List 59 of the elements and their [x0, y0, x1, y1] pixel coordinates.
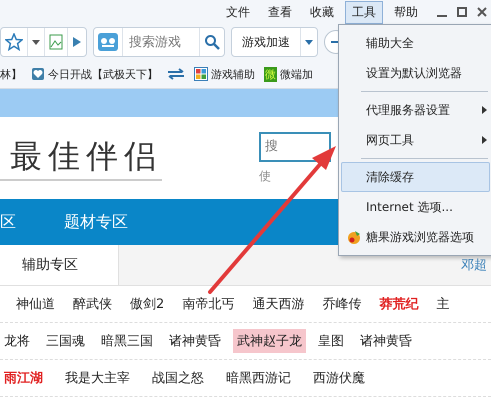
game-link[interactable]: 雨江湖: [0, 366, 47, 390]
hint-text: 使: [259, 168, 272, 184]
swap-icon[interactable]: [167, 68, 185, 80]
star-icon[interactable]: [5, 33, 23, 51]
game-link[interactable]: 醉武侠: [69, 292, 116, 316]
bookmark-link[interactable]: 游戏辅助: [211, 66, 255, 82]
menu-title[interactable]: 工具: [345, 0, 383, 24]
menu-item[interactable]: 网页工具: [341, 125, 490, 155]
dropdown-icon[interactable]: [305, 40, 313, 44]
image-icon[interactable]: [49, 34, 63, 50]
game-link[interactable]: 乔峰传: [318, 292, 366, 316]
maximize-icon[interactable]: [457, 7, 467, 17]
nav-link[interactable]: 题材专区: [64, 212, 128, 232]
bookmark-link[interactable]: 今日开战【武极天下】: [48, 66, 158, 82]
game-link[interactable]: 西游伏魔: [309, 366, 369, 390]
game-link[interactable]: 神仙道: [12, 292, 59, 316]
grid-icon: [194, 67, 208, 81]
nav-link[interactable]: 区: [0, 212, 16, 232]
site-search-field[interactable]: 搜: [259, 132, 331, 162]
bookmark-link[interactable]: 微端加: [280, 66, 313, 82]
search-field[interactable]: 搜索游戏: [127, 34, 195, 50]
menu-item[interactable]: 糖果游戏浏览器选项: [341, 222, 490, 252]
logo-text: 最佳伴侣: [0, 135, 162, 181]
game-link[interactable]: 三国魂: [42, 329, 89, 353]
close-icon[interactable]: [477, 7, 487, 17]
menu-title[interactable]: 帮助: [387, 0, 425, 24]
game-link[interactable]: 诸神黄昏: [356, 329, 416, 353]
search-box[interactable]: 搜索游戏: [93, 27, 225, 57]
section-tab[interactable]: 辅助专区: [0, 245, 119, 285]
gamepad-icon: [98, 33, 118, 51]
game-link[interactable]: 武神赵子龙: [233, 329, 306, 353]
user-link[interactable]: 邓超: [461, 256, 491, 274]
candy-icon: [346, 229, 362, 245]
game-link[interactable]: 莽荒纪: [375, 292, 422, 316]
menu-title[interactable]: 文件: [219, 0, 257, 24]
game-link[interactable]: 暗黑三国: [97, 329, 157, 353]
game-link[interactable]: 龙将: [0, 329, 34, 353]
game-link[interactable]: 主: [432, 292, 454, 316]
game-link[interactable]: 诸神黄昏: [165, 329, 225, 353]
menu-item[interactable]: 辅助大全: [341, 28, 490, 58]
game-link[interactable]: 我是大主宰: [61, 366, 134, 390]
menu-item[interactable]: Internet 选项...: [341, 192, 490, 222]
heart-icon: [31, 67, 45, 81]
game-link[interactable]: 南帝北丐: [178, 292, 238, 316]
bookmark-link[interactable]: 林】: [0, 66, 22, 82]
game-link[interactable]: 傲剑2: [126, 292, 168, 316]
menu-item[interactable]: 清除缓存: [341, 162, 490, 192]
game-link[interactable]: 战国之怒: [148, 366, 208, 390]
game-link[interactable]: 皇图: [314, 329, 348, 353]
menu-title[interactable]: 查看: [261, 0, 299, 24]
game-link[interactable]: 暗黑西游记: [222, 366, 295, 390]
play-icon[interactable]: [72, 36, 82, 48]
menu-item[interactable]: 设置为默认浏览器: [341, 58, 490, 88]
search-icon[interactable]: [204, 34, 220, 50]
badge-icon: 微: [264, 66, 277, 82]
menu-title[interactable]: 收藏: [303, 0, 341, 24]
dropdown-icon[interactable]: [32, 40, 40, 44]
game-link[interactable]: 通天西游: [248, 292, 308, 316]
menu-item[interactable]: 代理服务器设置: [341, 95, 490, 125]
